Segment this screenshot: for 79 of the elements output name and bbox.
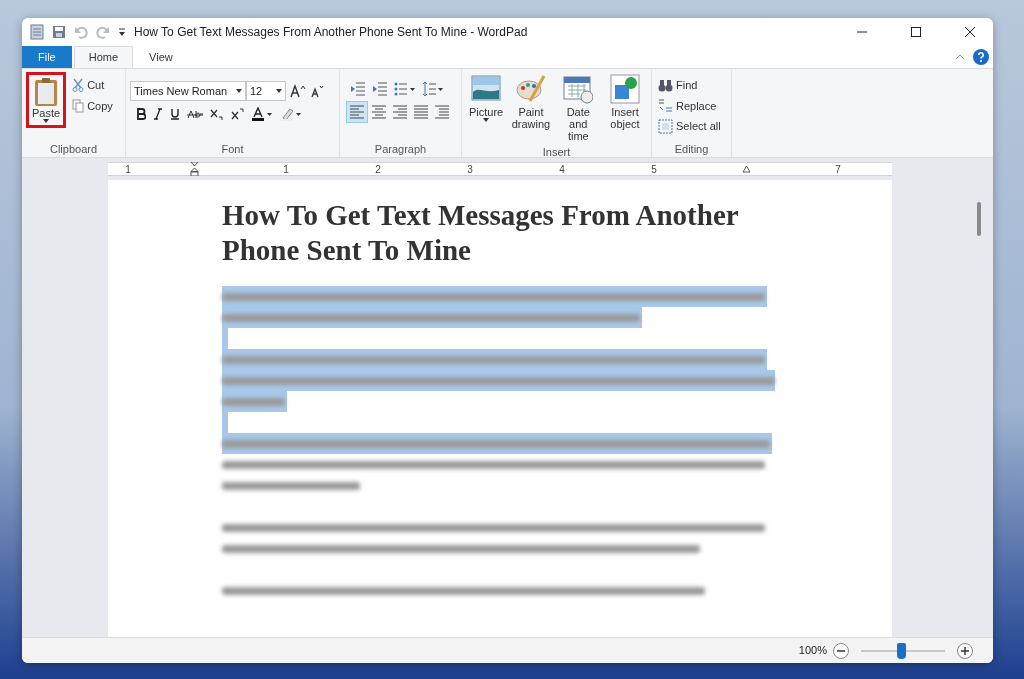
insert-picture-button[interactable]: Picture <box>466 72 507 124</box>
highlighter-icon[interactable] <box>281 107 303 121</box>
select-all-icon <box>658 118 673 134</box>
group-label: Font <box>220 142 245 157</box>
scrollbar-thumb[interactable] <box>977 202 981 236</box>
line-spacing-icon[interactable] <box>422 81 444 97</box>
help-icon[interactable] <box>973 49 989 65</box>
document-icon <box>30 24 44 40</box>
right-indent-marker-icon[interactable] <box>741 165 751 173</box>
superscript-icon[interactable] <box>231 108 245 120</box>
calendar-clock-icon <box>563 74 594 104</box>
strikethrough-icon[interactable] <box>187 108 203 120</box>
maximize-icon <box>911 27 921 37</box>
align-left-button[interactable] <box>346 101 368 123</box>
justify-icon <box>413 104 429 120</box>
font-family-dropdown[interactable]: Times New Roman <box>130 81 246 101</box>
slider-thumb[interactable] <box>897 642 907 659</box>
decrease-indent-icon[interactable] <box>350 81 366 97</box>
dropdown-caret-icon <box>483 118 490 122</box>
collapse-ribbon-icon[interactable] <box>955 54 965 60</box>
subscript-icon[interactable] <box>210 108 224 120</box>
ruler-number: 1 <box>283 162 289 177</box>
ruler-number: 5 <box>651 162 657 177</box>
ruler-number: 3 <box>467 162 473 177</box>
window-title: How To Get Text Messages From Another Phone Sent To Mine - WordPad <box>134 24 528 41</box>
save-icon[interactable] <box>52 25 66 39</box>
customize-dropdown-icon[interactable] <box>118 27 126 37</box>
scissors-icon <box>72 78 85 93</box>
paragraph-settings-icon <box>434 104 450 120</box>
grow-font-icon[interactable] <box>290 84 306 98</box>
group-label: Clipboard <box>48 142 99 157</box>
insert-object-button[interactable]: Insert object <box>602 72 647 132</box>
cut-button[interactable]: Cut <box>70 76 115 95</box>
plus-icon <box>961 646 969 655</box>
landscape-picture-icon <box>471 74 502 104</box>
replace-button[interactable]: Replace <box>656 96 727 115</box>
zoom-in-button[interactable] <box>957 642 973 659</box>
ruler-number: 7 <box>835 162 841 177</box>
find-button[interactable]: Find <box>656 76 727 95</box>
select-all-button[interactable]: Select all <box>656 117 727 136</box>
align-left-icon <box>349 104 365 120</box>
align-right-icon <box>392 104 408 120</box>
ribbon-tab[interactable]: View <box>135 46 187 68</box>
group-label: Insert <box>541 145 572 160</box>
copy-icon <box>72 98 85 113</box>
ruler-number: 1 <box>125 162 131 177</box>
copy-button[interactable]: Copy <box>70 96 115 115</box>
dropdown-caret-icon <box>276 89 282 93</box>
insert-date-time-button[interactable]: Date and time <box>555 72 601 144</box>
replace-text-icon <box>658 98 673 114</box>
group-label: Editing <box>673 142 710 157</box>
insert-paint-button[interactable]: Paint drawing <box>508 72 554 132</box>
italic-icon[interactable] <box>153 108 163 120</box>
shrink-font-icon[interactable] <box>310 84 324 98</box>
zoom-out-button[interactable] <box>833 642 849 659</box>
zoom-level: 100% <box>798 643 827 659</box>
text-color-icon[interactable] <box>252 107 274 121</box>
font-size-dropdown[interactable]: 12 <box>246 81 286 101</box>
ruler-number: 2 <box>375 162 381 177</box>
palette-icon <box>515 74 546 104</box>
group-label: Paragraph <box>373 142 428 157</box>
binoculars-icon <box>658 77 673 93</box>
clipboard-icon <box>33 77 60 107</box>
increase-indent-icon[interactable] <box>372 81 388 97</box>
ruler-number: 4 <box>559 162 565 177</box>
document-heading: How To Get Text Messages From Another Phone Sent To Mine <box>222 198 740 268</box>
paste-button[interactable]: Paste <box>26 72 67 128</box>
ribbon-tab[interactable]: Home <box>73 46 134 68</box>
bulleted-list-icon[interactable] <box>394 81 416 97</box>
shapes-icon <box>610 74 640 104</box>
underline-icon[interactable] <box>170 108 180 120</box>
blurred-text-line <box>222 397 285 406</box>
indent-marker-icon[interactable] <box>189 162 199 176</box>
close-icon <box>965 27 975 37</box>
bold-icon[interactable] <box>136 108 146 120</box>
dropdown-caret-icon <box>43 119 50 123</box>
align-center-icon <box>371 104 387 120</box>
dropdown-caret-icon <box>236 89 242 93</box>
file-menu-button[interactable]: File <box>22 46 72 68</box>
